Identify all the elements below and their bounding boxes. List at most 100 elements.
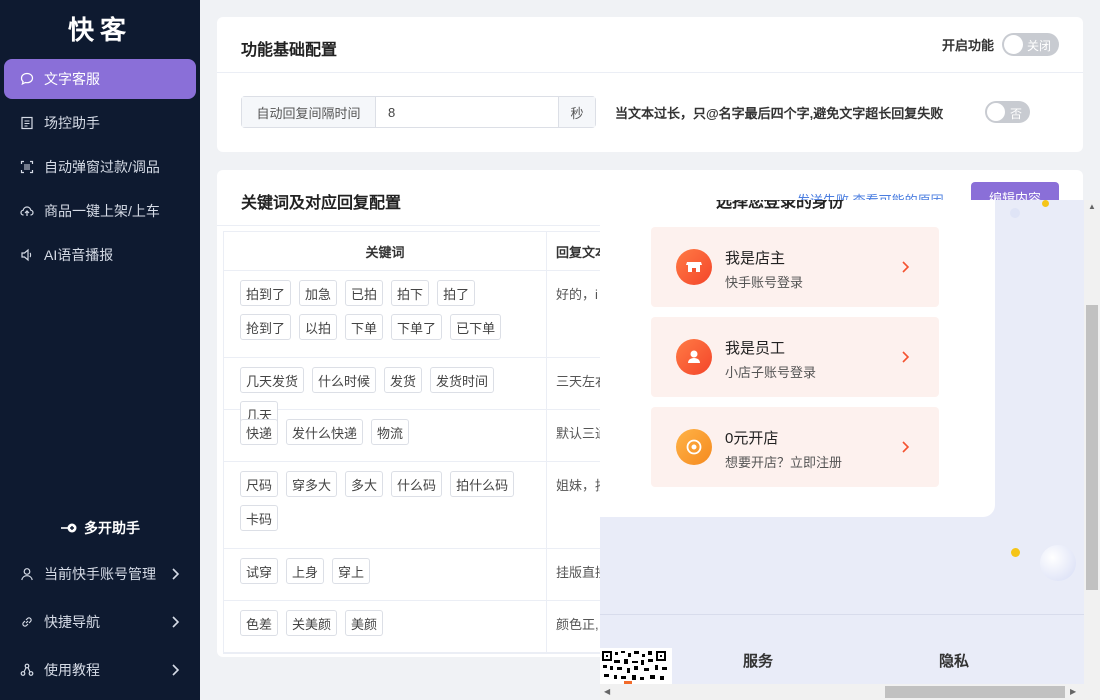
keyword-tag: 下单了: [391, 314, 443, 340]
switch-knob: [987, 103, 1005, 121]
keyword-tag: 已下单: [450, 314, 502, 340]
role-title: 0元开店: [725, 430, 779, 447]
keyword-tag: 关美颜: [286, 610, 338, 636]
multi-open-label: 多开助手: [84, 520, 140, 536]
keyword-tag: 物流: [371, 419, 410, 445]
role-title: 我是员工: [725, 340, 786, 357]
basic-config-card: 功能基础配置 开启功能 关闭 自动回复间隔时间 8 秒 当文本过长，只@名字最后…: [217, 17, 1083, 152]
scroll-right-arrow[interactable]: ▶: [1070, 687, 1076, 696]
app-logo: 快客: [67, 16, 132, 46]
keyword-tag: 什么码: [391, 471, 443, 497]
chevron-right-icon: [902, 351, 910, 363]
reply-interval-input-group: 自动回复间隔时间 8 秒: [241, 96, 596, 128]
keyword-tag: 卡码: [240, 505, 279, 531]
enable-function-label: 开启功能: [941, 38, 994, 53]
sidebar-item-label: AI语音播报: [44, 247, 114, 263]
scroll-left-arrow[interactable]: ◀: [604, 687, 610, 696]
keyword-tag: 什么时候: [312, 367, 377, 393]
sidebar-item-label: 商品一键上架/上车: [44, 203, 160, 219]
keyword-cell: 快递 发什么快递 物流: [224, 410, 547, 461]
switch-text: 否: [1009, 107, 1022, 121]
keyword-tag: 尺码: [240, 471, 279, 497]
divider: [217, 72, 1083, 73]
sidebar-item-field-control[interactable]: 场控助手: [4, 103, 196, 143]
footer-link-service[interactable]: 服务: [743, 650, 773, 671]
role-option-staff[interactable]: 我是员工 小店子账号登录: [651, 317, 939, 397]
keyword-cell: 尺码 穿多大 多大 什么码 拍什么码 卡码: [224, 462, 547, 548]
link-icon: [20, 615, 34, 629]
decorative-dot: [1042, 200, 1049, 207]
chevron-right-icon: [902, 261, 910, 273]
multi-open-helper[interactable]: 多开助手: [0, 516, 200, 540]
keyword-cell: 色差 关美颜 美颜: [224, 601, 547, 652]
sidebar-item-label: 快捷导航: [44, 614, 100, 630]
long-text-option-label: 当文本过长，只@名字最后四个字,避免文字超长回复失败: [615, 106, 944, 121]
sidebar-item-text-service[interactable]: 文字客服: [4, 59, 196, 99]
chevron-right-icon: [170, 663, 180, 677]
keyword-tag: 已拍: [345, 280, 384, 306]
switch-knob: [1004, 35, 1023, 54]
role-title: 我是店主: [725, 250, 786, 267]
keyword-tag: 色差: [240, 610, 279, 636]
keyword-tag: 拍到了: [240, 280, 292, 306]
column-header-keywords: 关键词: [224, 232, 547, 270]
keyword-tag: 下单: [345, 314, 384, 340]
sidebar-item-quick-nav[interactable]: 快捷导航: [4, 602, 196, 642]
role-subtitle: 想要开店？立即注册: [725, 455, 843, 470]
multi-open-icon: [60, 521, 78, 535]
popup-title: 选择您登录的身份: [716, 200, 845, 211]
keyword-cell: 试穿 上身 穿上: [224, 549, 547, 600]
sidebar: 快客 文字客服 场控助手 自动弹窗过款/调品 商品一键上架/上车 AI语音播报 …: [0, 0, 200, 700]
sidebar-item-label: 场控助手: [44, 115, 100, 131]
user-icon: [20, 567, 34, 581]
keyword-tag: 加急: [299, 280, 338, 306]
keyword-tag: 发货: [384, 367, 423, 393]
sidebar-item-label: 自动弹窗过款/调品: [44, 159, 160, 175]
chat-icon: [20, 72, 34, 86]
decorative-dot: [1010, 208, 1020, 218]
qr-code-icon: [600, 648, 672, 685]
coin-icon: [676, 429, 712, 465]
scroll-up-arrow[interactable]: ▲: [1088, 202, 1096, 211]
keyword-tag: 穿多大: [286, 471, 338, 497]
footer-divider: [600, 614, 1084, 615]
sidebar-item-tutorial[interactable]: 使用教程: [4, 650, 196, 690]
sidebar-item-account-management[interactable]: 当前快手账号管理: [4, 554, 196, 594]
sidebar-item-auto-popup[interactable]: 自动弹窗过款/调品: [4, 147, 196, 187]
sidebar-item-ai-voice[interactable]: AI语音播报: [4, 235, 196, 275]
decorative-sphere: [1040, 545, 1076, 581]
sidebar-item-label: 文字客服: [44, 71, 100, 87]
role-option-shop-owner[interactable]: 我是店主 快手账号登录: [651, 227, 939, 307]
scrollbar-thumb[interactable]: [1086, 305, 1098, 590]
footer-link-privacy[interactable]: 隐私: [939, 650, 969, 671]
keyword-tag: 拍什么码: [450, 471, 515, 497]
long-text-switch[interactable]: 否: [985, 101, 1030, 123]
keyword-tag: 多大: [345, 471, 384, 497]
keyword-tag: 拍下: [391, 280, 430, 306]
switch-text: 关闭: [1026, 39, 1051, 53]
shop-icon: [676, 249, 712, 285]
keyword-tag: 以拍: [299, 314, 338, 340]
reply-interval-input[interactable]: 8: [376, 97, 558, 127]
keyword-tag: 抢到了: [240, 314, 292, 340]
sidebar-item-product-shelf[interactable]: 商品一键上架/上车: [4, 191, 196, 231]
tutorial-icon: [20, 663, 34, 677]
enable-function-switch[interactable]: 关闭: [1002, 33, 1059, 56]
vertical-scrollbar[interactable]: ▲: [1084, 200, 1100, 685]
keyword-tag: 发什么快递: [286, 419, 364, 445]
keyword-tag: 几天发货: [240, 367, 305, 393]
keyword-config-title: 关键词及对应回复配置: [241, 195, 402, 212]
keyword-tag: 快递: [240, 419, 279, 445]
scrollbar-thumb[interactable]: [885, 686, 1065, 698]
person-icon: [676, 339, 712, 375]
reply-interval-unit: 秒: [558, 97, 595, 127]
reply-interval-label: 自动回复间隔时间: [242, 97, 376, 127]
role-option-open-shop[interactable]: 0元开店 想要开店？立即注册: [651, 407, 939, 487]
keyword-tag: 穿上: [332, 558, 371, 584]
enable-function-row: 开启功能 关闭: [942, 33, 1059, 56]
identity-card: 选择您登录的身份 我是店主 快手账号登录 我是员工 小店子账号登录 0元开店 想…: [600, 200, 995, 517]
keyword-tag: 试穿: [240, 558, 279, 584]
keyword-cell: 几天发货 什么时候 发货 发货时间 几天: [224, 358, 547, 427]
horizontal-scrollbar[interactable]: ◀ ▶: [600, 684, 1100, 700]
sidebar-item-label: 使用教程: [44, 662, 100, 678]
